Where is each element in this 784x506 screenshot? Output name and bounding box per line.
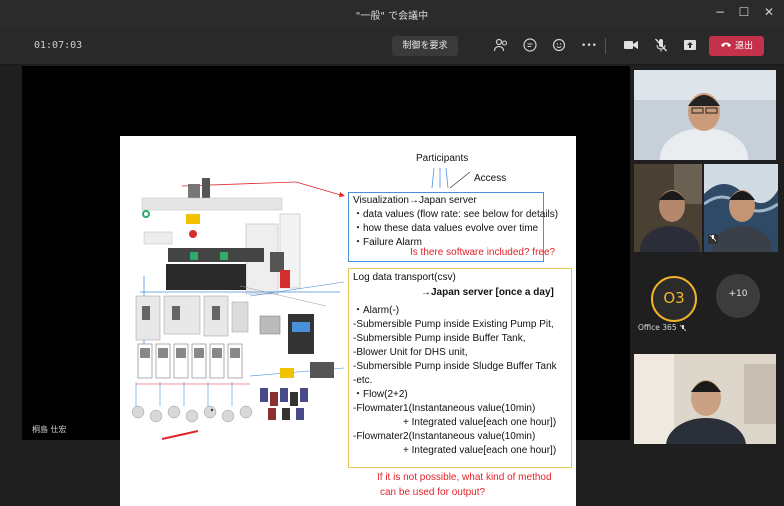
log-transport-box: Log data transport(csv) →Japan server [o…: [348, 268, 572, 468]
leave-button[interactable]: 退出: [709, 36, 764, 56]
window-title: "一般" で会議中: [355, 11, 429, 22]
share-icon[interactable]: [681, 37, 699, 55]
software-question: Is there software included? free?: [410, 247, 556, 258]
people-icon[interactable]: [492, 37, 510, 55]
close-window-button[interactable]: ✕: [761, 5, 777, 19]
box2-line: -Submersible Pump inside Sludge Buffer T…: [353, 361, 557, 372]
box2-line: -Flowmater2(Instantaneous value(10min): [353, 431, 536, 442]
participant-video-tile[interactable]: [634, 70, 776, 160]
participant-video-tile[interactable]: [634, 354, 776, 444]
box1-line: ・data values (flow rate: see below for d…: [353, 209, 559, 220]
box2-subtitle: →Japan server [once a day]: [421, 287, 554, 298]
participant-video-tile[interactable]: [704, 164, 778, 252]
box2-line: + Integrated value[each one hour]): [403, 445, 557, 456]
mic-off-icon: [679, 324, 687, 332]
box2-line: -etc.: [353, 375, 373, 386]
slide-annotation-mark: [162, 430, 199, 440]
overflow-count: +10: [728, 289, 748, 299]
box1-line: ・how these data values evolve over time: [353, 223, 539, 234]
avatar-initials: O3: [663, 289, 685, 307]
control-panel-diagram: [131, 178, 345, 423]
toolbar-divider: [605, 38, 606, 54]
phone-hangup-icon: [720, 36, 732, 56]
arrows-graphic: [431, 167, 471, 189]
box2-line: ・Alarm(-): [353, 305, 400, 316]
participant-video-tile[interactable]: [634, 164, 702, 252]
chat-icon[interactable]: [521, 37, 539, 55]
shared-slide: Participants Access Visualization→Japan …: [120, 136, 576, 506]
participant-video: [634, 70, 776, 160]
participant-video: [634, 164, 702, 252]
box2-line: -Blower Unit for DHS unit,: [353, 347, 468, 358]
reactions-icon[interactable]: [551, 37, 569, 55]
participant-video: [634, 354, 776, 444]
box2-line: -Submersible Pump inside Buffer Tank,: [353, 333, 526, 344]
avatar-name: Office 365: [638, 323, 687, 332]
more-participants-button[interactable]: +10: [716, 274, 760, 318]
participants-label: Participants: [416, 153, 469, 164]
box2-line: ・Flow(2+2): [353, 389, 408, 400]
meeting-timer: 01:07:03: [34, 40, 83, 51]
box2-line: + Integrated value[each one hour]): [403, 417, 557, 428]
box1-line: Visualization→Japan server: [353, 195, 477, 206]
mic-off-icon[interactable]: [652, 37, 670, 55]
request-control-button[interactable]: 制御を要求: [392, 36, 458, 56]
mic-off-icon: [708, 234, 718, 244]
more-icon[interactable]: •••: [580, 37, 598, 55]
camera-icon[interactable]: [622, 37, 640, 55]
box2-line: -Flowmater1(Instantaneous value(10min): [353, 403, 536, 414]
window-titlebar: "一般" で会議中 − ☐ ✕: [0, 0, 784, 28]
presenter-name: 桐島 仕宏: [32, 425, 67, 434]
shared-screen-stage: Participants Access Visualization→Japan …: [22, 66, 630, 506]
leave-label: 退出: [734, 41, 753, 52]
box2-title: Log data transport(csv): [353, 272, 456, 283]
maximize-button[interactable]: ☐: [736, 5, 752, 19]
output-method-question: can be used for output?: [380, 487, 486, 498]
box2-line: -Submersible Pump inside Existing Pump P…: [353, 319, 554, 330]
participant-panel: O3 Office 365 +10: [630, 66, 784, 444]
meeting-toolbar: 01:07:03 制御を要求 ••• 退出: [0, 28, 784, 65]
avatar[interactable]: O3: [651, 276, 697, 322]
output-method-question: If it is not possible, what kind of meth…: [377, 472, 552, 483]
avatar-name-text: Office 365: [638, 323, 677, 332]
minimize-button[interactable]: −: [712, 5, 728, 19]
